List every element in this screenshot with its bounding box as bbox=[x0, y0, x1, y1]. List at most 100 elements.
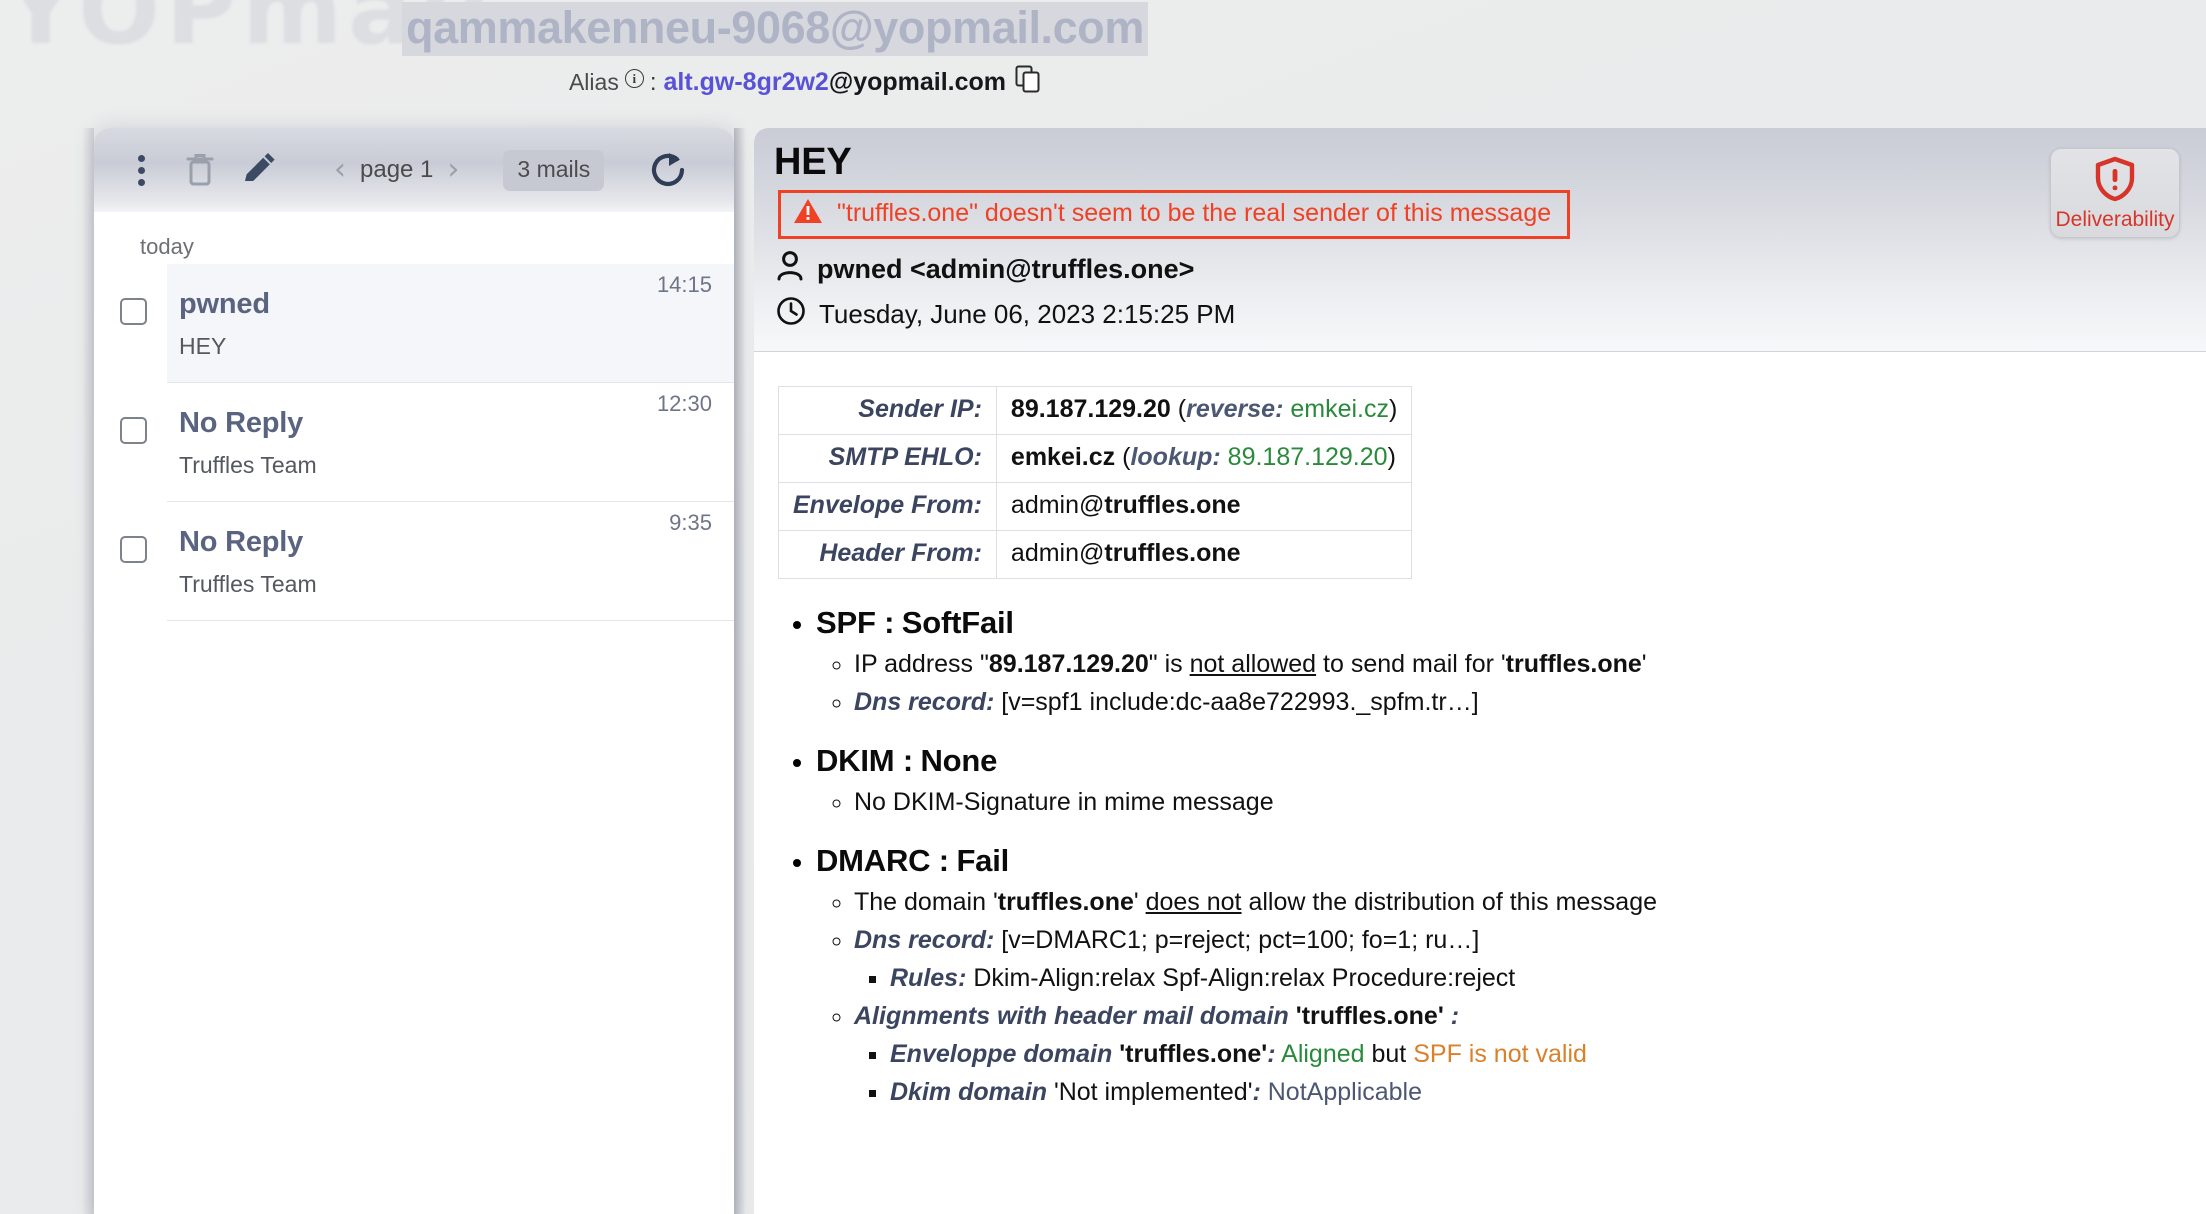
info-circle-icon[interactable]: i bbox=[624, 69, 644, 89]
page-title: HEY bbox=[774, 141, 852, 183]
row-key: Envelope From: bbox=[778, 481, 997, 531]
mail-item-body: 14:15 pwned HEY bbox=[167, 264, 734, 383]
mail-list-toolbar: ‹ page 1 › 3 mails bbox=[94, 128, 734, 212]
dkim-align-colon: : bbox=[1252, 1077, 1261, 1106]
dmarc-section: DMARC : Fail The domain 'truffles.one' d… bbox=[816, 843, 2206, 1107]
spf-line-b: " is bbox=[1148, 649, 1190, 678]
header-from-user: admin@ bbox=[1010, 538, 1105, 567]
spf-ip-line: IP address "89.187.129.20" is not allowe… bbox=[854, 650, 2206, 679]
alignments-colon: : bbox=[1450, 1001, 1460, 1030]
dmarc-label: DMARC : bbox=[816, 842, 949, 878]
row-key: SMTP EHLO: bbox=[778, 433, 997, 483]
mail-list-panel: ‹ page 1 › 3 mails today 14:15 pwned HEY bbox=[94, 128, 734, 1214]
sender-info-table: Sender IP: 89.187.129.20 (reverse: emkei… bbox=[778, 385, 1413, 579]
mail-checkbox[interactable] bbox=[120, 298, 147, 325]
dmarc-line-c: allow the distribution of this message bbox=[1241, 887, 1658, 916]
alias-separator: : bbox=[649, 68, 657, 96]
mail-item-body: 12:30 No Reply Truffles Team bbox=[167, 383, 734, 502]
envelope-from-user: admin@ bbox=[1010, 490, 1105, 519]
person-icon bbox=[776, 250, 804, 289]
message-sender: pwned <admin@truffles.one> bbox=[817, 253, 1195, 284]
spf-not-allowed: not allowed bbox=[1189, 649, 1317, 678]
spf-domain: truffles.one bbox=[1505, 649, 1642, 678]
mail-checkbox[interactable] bbox=[120, 536, 147, 563]
refresh-icon[interactable] bbox=[646, 148, 690, 192]
dmarc-domain-line: The domain 'truffles.one' does not allow… bbox=[854, 888, 2206, 917]
alias-line: Alias i : alt.gw-8gr2w2 @yopmail.com bbox=[0, 65, 1550, 100]
pagination: ‹ page 1 › bbox=[334, 155, 459, 185]
deliverability-button[interactable]: Deliverability bbox=[2050, 148, 2180, 238]
mail-subject: Truffles Team bbox=[179, 452, 317, 478]
mail-subject: Truffles Team bbox=[179, 571, 317, 597]
spoof-warning-banner: "truffles.one" doesn't seem to be the re… bbox=[778, 189, 1571, 239]
spf-line-c: to send mail for ' bbox=[1316, 649, 1506, 678]
app-root: YOPmail qammakenneu-9068@yopmail.com Ali… bbox=[0, 0, 2206, 1214]
lookup-value: 89.187.129.20 bbox=[1227, 442, 1388, 471]
spf-line-a: IP address " bbox=[854, 649, 989, 678]
pencil-icon[interactable] bbox=[240, 151, 276, 189]
warning-triangle-icon bbox=[793, 197, 823, 230]
envelope-from-domain: truffles.one bbox=[1104, 490, 1241, 519]
dmarc-line-a: The domain ' bbox=[854, 887, 998, 916]
list-item[interactable]: 14:15 pwned HEY bbox=[94, 264, 734, 383]
dkim-details: No DKIM-Signature in mime message bbox=[816, 788, 2206, 817]
row-key: Header From: bbox=[778, 529, 997, 579]
spf-line-d: ' bbox=[1641, 649, 1647, 678]
reverse-value: emkei.cz bbox=[1290, 394, 1389, 423]
dmarc-line-b: ' bbox=[1133, 887, 1146, 916]
envelope-align-label: Enveloppe domain bbox=[890, 1039, 1113, 1068]
header-from-domain: truffles.one bbox=[1104, 538, 1241, 567]
message-header: HEY "truffles.one" doesn't seem to be th… bbox=[754, 128, 2206, 352]
alignments-label: Alignments with header mail domain bbox=[854, 1001, 1289, 1030]
dkim-label: DKIM : bbox=[816, 742, 913, 778]
mail-item-body: 9:35 No Reply Truffles Team bbox=[167, 502, 734, 621]
dkim-result: None bbox=[920, 742, 998, 778]
chevron-left-icon[interactable]: ‹ bbox=[334, 155, 346, 185]
row-value: 89.187.129.20 (reverse: emkei.cz) bbox=[995, 385, 1413, 435]
envelope-align-note: SPF is not valid bbox=[1413, 1039, 1587, 1068]
dmarc-domain: truffles.one bbox=[997, 887, 1134, 916]
alias-domain: @yopmail.com bbox=[828, 68, 1007, 97]
dkim-detail-line: No DKIM-Signature in mime message bbox=[854, 788, 2206, 817]
row-value: emkei.cz (lookup: 89.187.129.20) bbox=[995, 433, 1413, 483]
alias-username[interactable]: alt.gw-8gr2w2 bbox=[664, 68, 829, 97]
dmarc-alignments-line: Alignments with header mail domain 'truf… bbox=[854, 1002, 2206, 1107]
spoof-warning-text: "truffles.one" doesn't seem to be the re… bbox=[837, 198, 1552, 227]
spf-result: SoftFail bbox=[901, 604, 1014, 640]
envelope-align-domain: 'truffles.one' bbox=[1119, 1039, 1268, 1068]
dmarc-rules-label: Rules: bbox=[890, 963, 967, 992]
spf-dns-line: Dns record: [v=spf1 include:dc-aa8e72299… bbox=[854, 688, 2206, 717]
copy-icon[interactable] bbox=[1015, 65, 1041, 100]
mail-group-label: today bbox=[140, 234, 194, 259]
list-item[interactable]: 12:30 No Reply Truffles Team bbox=[94, 383, 734, 502]
ehlo-value: emkei.cz bbox=[1010, 442, 1116, 471]
envelope-alignment-line: Enveloppe domain 'truffles.one': Aligned… bbox=[890, 1040, 2206, 1069]
chevron-right-icon[interactable]: › bbox=[447, 155, 459, 185]
envelope-align-colon: : bbox=[1267, 1039, 1276, 1068]
mail-time: 9:35 bbox=[669, 510, 712, 535]
deliverability-label: Deliverability bbox=[2055, 208, 2175, 231]
account-header: qammakenneu-9068@yopmail.com Alias i : a… bbox=[0, 0, 1550, 100]
reverse-label: reverse: bbox=[1186, 394, 1284, 423]
table-row: Envelope From: admin@truffles.one bbox=[778, 481, 1413, 531]
shield-alert-icon bbox=[2093, 156, 2137, 207]
dmarc-dns-value: [v=DMARC1; p=reject; pct=100; fo=1; ru…] bbox=[1001, 925, 1480, 954]
spf-section: SPF : SoftFail IP address "89.187.129.20… bbox=[816, 605, 2206, 717]
auth-results-list: SPF : SoftFail IP address "89.187.129.20… bbox=[754, 605, 2206, 1107]
message-date: Tuesday, June 06, 2023 2:15:25 PM bbox=[819, 298, 1236, 329]
row-key: Sender IP: bbox=[778, 385, 997, 435]
list-item[interactable]: 9:35 No Reply Truffles Team bbox=[94, 502, 734, 621]
mail-checkbox[interactable] bbox=[120, 417, 147, 444]
dmarc-rules-line: Rules: Dkim-Align:relax Spf-Align:relax … bbox=[890, 964, 2206, 993]
dmarc-details: The domain 'truffles.one' does not allow… bbox=[816, 888, 2206, 1107]
alignments-domain: 'truffles.one' bbox=[1295, 1001, 1444, 1030]
kebab-menu-icon[interactable] bbox=[122, 147, 160, 193]
clock-icon bbox=[776, 296, 806, 333]
alignment-items: Enveloppe domain 'truffles.one': Aligned… bbox=[854, 1040, 2206, 1107]
dkim-align-domain: 'Not implemented' bbox=[1053, 1077, 1253, 1106]
spf-dns-value: [v=spf1 include:dc-aa8e722993._spfm.tr…] bbox=[1001, 687, 1479, 716]
spf-details: IP address "89.187.129.20" is not allowe… bbox=[816, 650, 2206, 717]
alias-label: Alias bbox=[568, 69, 619, 96]
panel-edge-right bbox=[734, 128, 746, 1214]
trash-icon[interactable] bbox=[182, 150, 218, 190]
